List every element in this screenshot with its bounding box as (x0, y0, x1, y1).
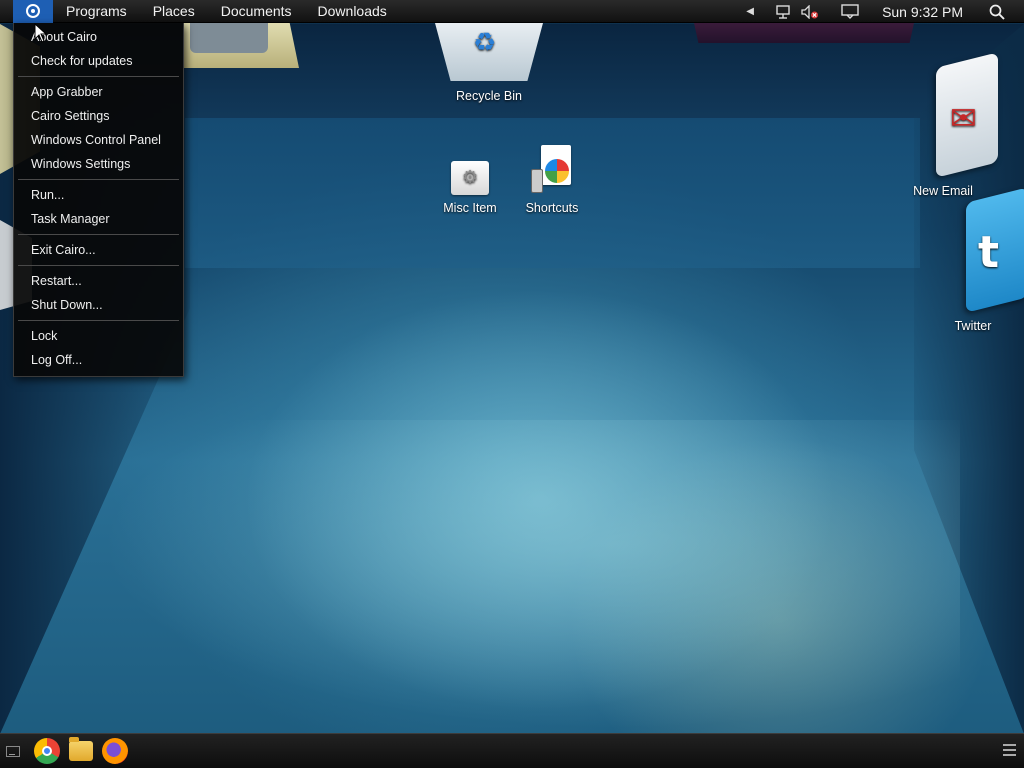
menu-programs[interactable]: Programs (53, 0, 140, 23)
tray-expand-icon[interactable]: ◀ (742, 6, 758, 17)
misc-item-label: Misc Item (443, 201, 497, 215)
twitter-label: Twitter (954, 319, 992, 333)
menu-item-log-off[interactable]: Log Off... (14, 348, 183, 372)
menu-separator (18, 265, 179, 266)
folder-icon[interactable] (68, 737, 94, 764)
menu-item-task-manager[interactable]: Task Manager (14, 207, 183, 231)
menu-downloads[interactable]: Downloads (305, 0, 400, 23)
shortcuts-icon[interactable]: Shortcuts (520, 145, 584, 215)
cairo-menu: About Cairo Check for updates App Grabbe… (13, 23, 184, 377)
volume-muted-icon[interactable] (800, 4, 820, 19)
misc-item-image: ⚙ (451, 161, 489, 195)
taskbar-menu-icon[interactable] (1003, 744, 1016, 756)
envelope-icon: ✉ (950, 99, 977, 136)
menu-separator (18, 320, 179, 321)
room-floor-glow (100, 420, 960, 730)
twitter-image: t (966, 187, 1024, 313)
menu-documents[interactable]: Documents (208, 0, 305, 23)
shortcuts-image (529, 145, 575, 197)
email-image: ✉ (936, 52, 998, 178)
menu-item-windows-settings[interactable]: Windows Settings (14, 152, 183, 176)
network-icon[interactable] (774, 4, 792, 19)
recycle-bin-label: Recycle Bin (456, 89, 522, 103)
menu-item-control-panel[interactable]: Windows Control Panel (14, 128, 183, 152)
cairo-logo-icon (26, 4, 40, 18)
banner-object (694, 23, 914, 43)
recycle-bin-icon[interactable]: ♻ Recycle Bin (428, 23, 550, 103)
picture-frame-inner (190, 23, 268, 53)
shortcuts-label: Shortcuts (525, 201, 579, 215)
action-center-icon[interactable] (840, 4, 860, 19)
menu-item-cairo-settings[interactable]: Cairo Settings (14, 104, 183, 128)
menu-separator (18, 76, 179, 77)
taskbar (0, 733, 1024, 768)
system-tray: ◀ Sun 9:32 PM (742, 0, 1024, 23)
menu-separator (18, 179, 179, 180)
menu-item-app-grabber[interactable]: App Grabber (14, 80, 183, 104)
chrome-icon[interactable] (34, 738, 60, 764)
mouse-cursor-icon (34, 23, 48, 43)
menu-item-check-updates[interactable]: Check for updates (14, 49, 183, 73)
firefox-icon[interactable] (102, 738, 128, 764)
search-icon[interactable] (987, 4, 1007, 20)
menu-item-restart[interactable]: Restart... (14, 269, 183, 293)
new-email-icon[interactable]: ✉ New Email (906, 52, 998, 198)
twitter-icon[interactable]: t Twitter (946, 187, 1024, 333)
recycle-bin-image: ♻ (435, 23, 543, 81)
menu-item-run[interactable]: Run... (14, 183, 183, 207)
twitter-logo-icon: t (978, 227, 1000, 279)
cairo-menu-button[interactable] (13, 0, 53, 23)
menu-item-lock[interactable]: Lock (14, 324, 183, 348)
menu-item-shut-down[interactable]: Shut Down... (14, 293, 183, 317)
clock[interactable]: Sun 9:32 PM (882, 4, 963, 20)
menu-item-exit-cairo[interactable]: Exit Cairo... (14, 238, 183, 262)
menu-places[interactable]: Places (140, 0, 208, 23)
misc-item-icon[interactable]: ⚙ Misc Item (440, 161, 500, 215)
show-desktop-icon[interactable] (6, 745, 20, 757)
menu-bar: Programs Places Documents Downloads ◀ Su… (0, 0, 1024, 23)
recycle-arrows-icon: ♻ (473, 27, 497, 57)
gear-icon: ⚙ (462, 167, 479, 187)
menu-separator (18, 234, 179, 235)
